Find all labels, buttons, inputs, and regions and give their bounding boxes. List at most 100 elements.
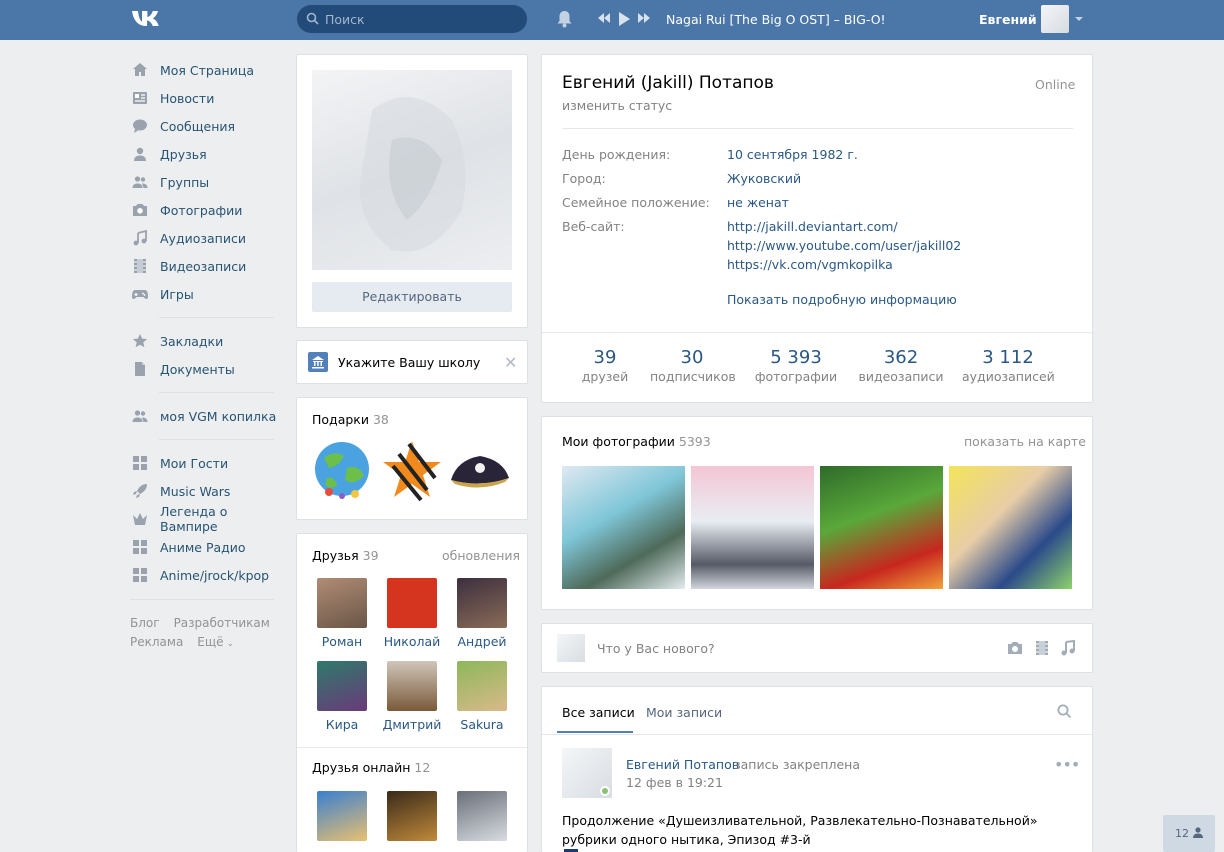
previous-track-icon[interactable] bbox=[597, 11, 611, 30]
more-options-icon[interactable]: ••• bbox=[1054, 755, 1080, 774]
friend-item[interactable]: Николай bbox=[379, 578, 445, 649]
sidebar-item-news[interactable]: Новости bbox=[130, 84, 280, 112]
show-on-map-link[interactable]: показать на карте bbox=[964, 434, 1086, 449]
sidebar-item-label: Аудиозаписи bbox=[160, 230, 246, 246]
photo-thumbnail[interactable] bbox=[691, 466, 814, 589]
sidebar-item-friends[interactable]: Друзья bbox=[130, 140, 280, 168]
post-author-name[interactable]: Евгений Потапов bbox=[626, 757, 739, 772]
online-friends-counter-button[interactable]: 12 bbox=[1163, 815, 1215, 852]
info-value[interactable]: не женат bbox=[727, 195, 789, 210]
sidebar-item-music[interactable]: Аудиозаписи bbox=[130, 224, 280, 252]
friend-item[interactable]: Андрей bbox=[449, 578, 515, 649]
sidebar-item-app-grid[interactable]: Аниме Радио bbox=[130, 533, 280, 561]
info-value[interactable]: Жуковский bbox=[727, 171, 801, 186]
current-track-title[interactable]: Nagai Rui [The Big O OST] – BIG-O! bbox=[666, 12, 886, 27]
play-icon[interactable] bbox=[617, 11, 631, 30]
new-post-box[interactable]: Что у Вас нового? bbox=[541, 623, 1093, 673]
sidebar-item-gamepad[interactable]: Игры bbox=[130, 280, 280, 308]
sidebar-item-camera[interactable]: Фотографии bbox=[130, 196, 280, 224]
post-date[interactable]: 12 фев в 19:21 bbox=[626, 775, 723, 790]
news-icon bbox=[132, 90, 148, 106]
friend-item[interactable]: Sakura bbox=[449, 661, 515, 732]
counter-videos[interactable]: 362 видеозаписи bbox=[855, 347, 947, 384]
photo-thumbnail[interactable] bbox=[562, 466, 685, 589]
friends-updates-link[interactable]: обновления bbox=[442, 548, 520, 563]
user-avatar[interactable] bbox=[1041, 5, 1069, 33]
tab-my-posts[interactable]: Мои записи bbox=[646, 705, 722, 720]
sidebar-item-crown[interactable]: Легенда о Вампире bbox=[130, 504, 280, 534]
sidebar-item-app-grid[interactable]: Anime/jrock/kpop bbox=[130, 561, 280, 589]
footer-link-more[interactable]: Ещё ⌄ bbox=[197, 635, 234, 649]
sidebar-item-app-grid[interactable]: Мои Гости bbox=[130, 449, 280, 477]
photo-thumbnail[interactable] bbox=[820, 466, 943, 589]
info-label: Город: bbox=[562, 171, 606, 186]
sidebar-item-label: Новости bbox=[160, 90, 215, 106]
counter-friends[interactable]: 39 друзей bbox=[579, 347, 631, 384]
friend-item[interactable]: Дмитрий bbox=[379, 661, 445, 732]
gift-st-george-star[interactable] bbox=[379, 438, 445, 504]
friend-name: Дмитрий bbox=[382, 717, 442, 732]
sidebar-item-document[interactable]: Документы bbox=[130, 355, 280, 383]
friend-avatar bbox=[457, 661, 507, 711]
user-name[interactable]: Евгений bbox=[979, 12, 1037, 27]
chevron-down-icon[interactable] bbox=[1075, 17, 1083, 21]
sidebar-item-group[interactable]: моя VGM копилка bbox=[130, 402, 280, 430]
profile-photo[interactable] bbox=[312, 70, 512, 270]
close-icon[interactable]: ✕ bbox=[504, 353, 517, 372]
sidebar-item-label: Документы bbox=[160, 361, 235, 377]
sidebar-item-messages[interactable]: Сообщения bbox=[130, 112, 280, 140]
info-value[interactable]: 10 сентября 1982 г. bbox=[727, 147, 858, 162]
footer-link-ads[interactable]: Реклама bbox=[130, 635, 183, 649]
sidebar-item-rocket[interactable]: Music Wars bbox=[130, 477, 280, 505]
gifts-card: Подарки 38 bbox=[296, 397, 528, 520]
website-link[interactable]: https://vk.com/vgmkopilka bbox=[727, 257, 893, 272]
friends-online-header[interactable]: Друзья онлайн 12 bbox=[312, 760, 430, 775]
sidebar-item-video[interactable]: Видеозаписи bbox=[130, 252, 280, 280]
sidebar-item-home[interactable]: Моя Страница bbox=[130, 56, 280, 84]
sidebar-item-star[interactable]: Закладки bbox=[130, 327, 280, 355]
friend-avatar bbox=[387, 661, 437, 711]
show-details-link[interactable]: Показать подробную информацию bbox=[727, 292, 957, 307]
music-icon[interactable] bbox=[1060, 639, 1076, 659]
gift-globe[interactable] bbox=[309, 438, 375, 504]
sidebar-item-label: Видеозаписи bbox=[160, 258, 247, 274]
nav-divider bbox=[130, 599, 274, 600]
video-icon[interactable] bbox=[1034, 640, 1050, 659]
sidebar-item-label: Фотографии bbox=[160, 202, 243, 218]
counter-followers[interactable]: 30 подписчиков bbox=[650, 347, 736, 384]
online-friend-item[interactable] bbox=[309, 791, 375, 841]
vk-logo[interactable] bbox=[130, 8, 166, 30]
photos-header[interactable]: Мои фотографии 5393 bbox=[562, 434, 711, 449]
sidebar-item-groups[interactable]: Группы bbox=[130, 168, 280, 196]
gifts-header[interactable]: Подарки 38 bbox=[312, 412, 389, 427]
photo-thumbnail[interactable] bbox=[949, 466, 1072, 589]
tab-all-posts[interactable]: Все записи bbox=[562, 705, 635, 720]
avatar-card: Редактировать bbox=[296, 54, 528, 328]
website-link[interactable]: http://www.youtube.com/user/jakill02 bbox=[727, 238, 961, 253]
edit-profile-button[interactable]: Редактировать bbox=[312, 282, 512, 312]
bell-icon[interactable] bbox=[556, 10, 573, 31]
camera-icon[interactable] bbox=[1006, 640, 1024, 659]
friend-name: Николай bbox=[383, 634, 441, 649]
friend-item[interactable]: Кира bbox=[309, 661, 375, 732]
school-prompt-card[interactable]: Укажите Вашу школу ✕ bbox=[296, 340, 528, 384]
messages-icon bbox=[132, 118, 148, 134]
footer-more-label: Ещё bbox=[197, 635, 224, 649]
online-friend-item[interactable] bbox=[379, 791, 445, 841]
online-friend-item[interactable] bbox=[449, 791, 515, 841]
online-indicator bbox=[600, 786, 610, 796]
website-link[interactable]: http://jakill.deviantart.com/ bbox=[727, 219, 898, 234]
next-track-icon[interactable] bbox=[637, 11, 651, 30]
counter-photos[interactable]: 5 393 фотографии bbox=[754, 347, 838, 384]
search-icon[interactable] bbox=[1057, 704, 1072, 722]
sidebar-item-label: моя VGM копилка bbox=[160, 408, 277, 424]
change-status-link[interactable]: изменить статус bbox=[562, 98, 672, 113]
friends-online-count: 12 bbox=[414, 760, 431, 775]
counter-audio[interactable]: 3 112 аудиозаписей bbox=[962, 347, 1055, 384]
friend-item[interactable]: Роман bbox=[309, 578, 375, 649]
search-box[interactable]: Поиск bbox=[297, 5, 527, 33]
footer-link-developers[interactable]: Разработчикам bbox=[174, 616, 270, 630]
friends-header[interactable]: Друзья 39 bbox=[312, 548, 379, 563]
footer-link-blog[interactable]: Блог bbox=[130, 616, 160, 630]
gift-pirate-hat[interactable] bbox=[447, 438, 513, 504]
